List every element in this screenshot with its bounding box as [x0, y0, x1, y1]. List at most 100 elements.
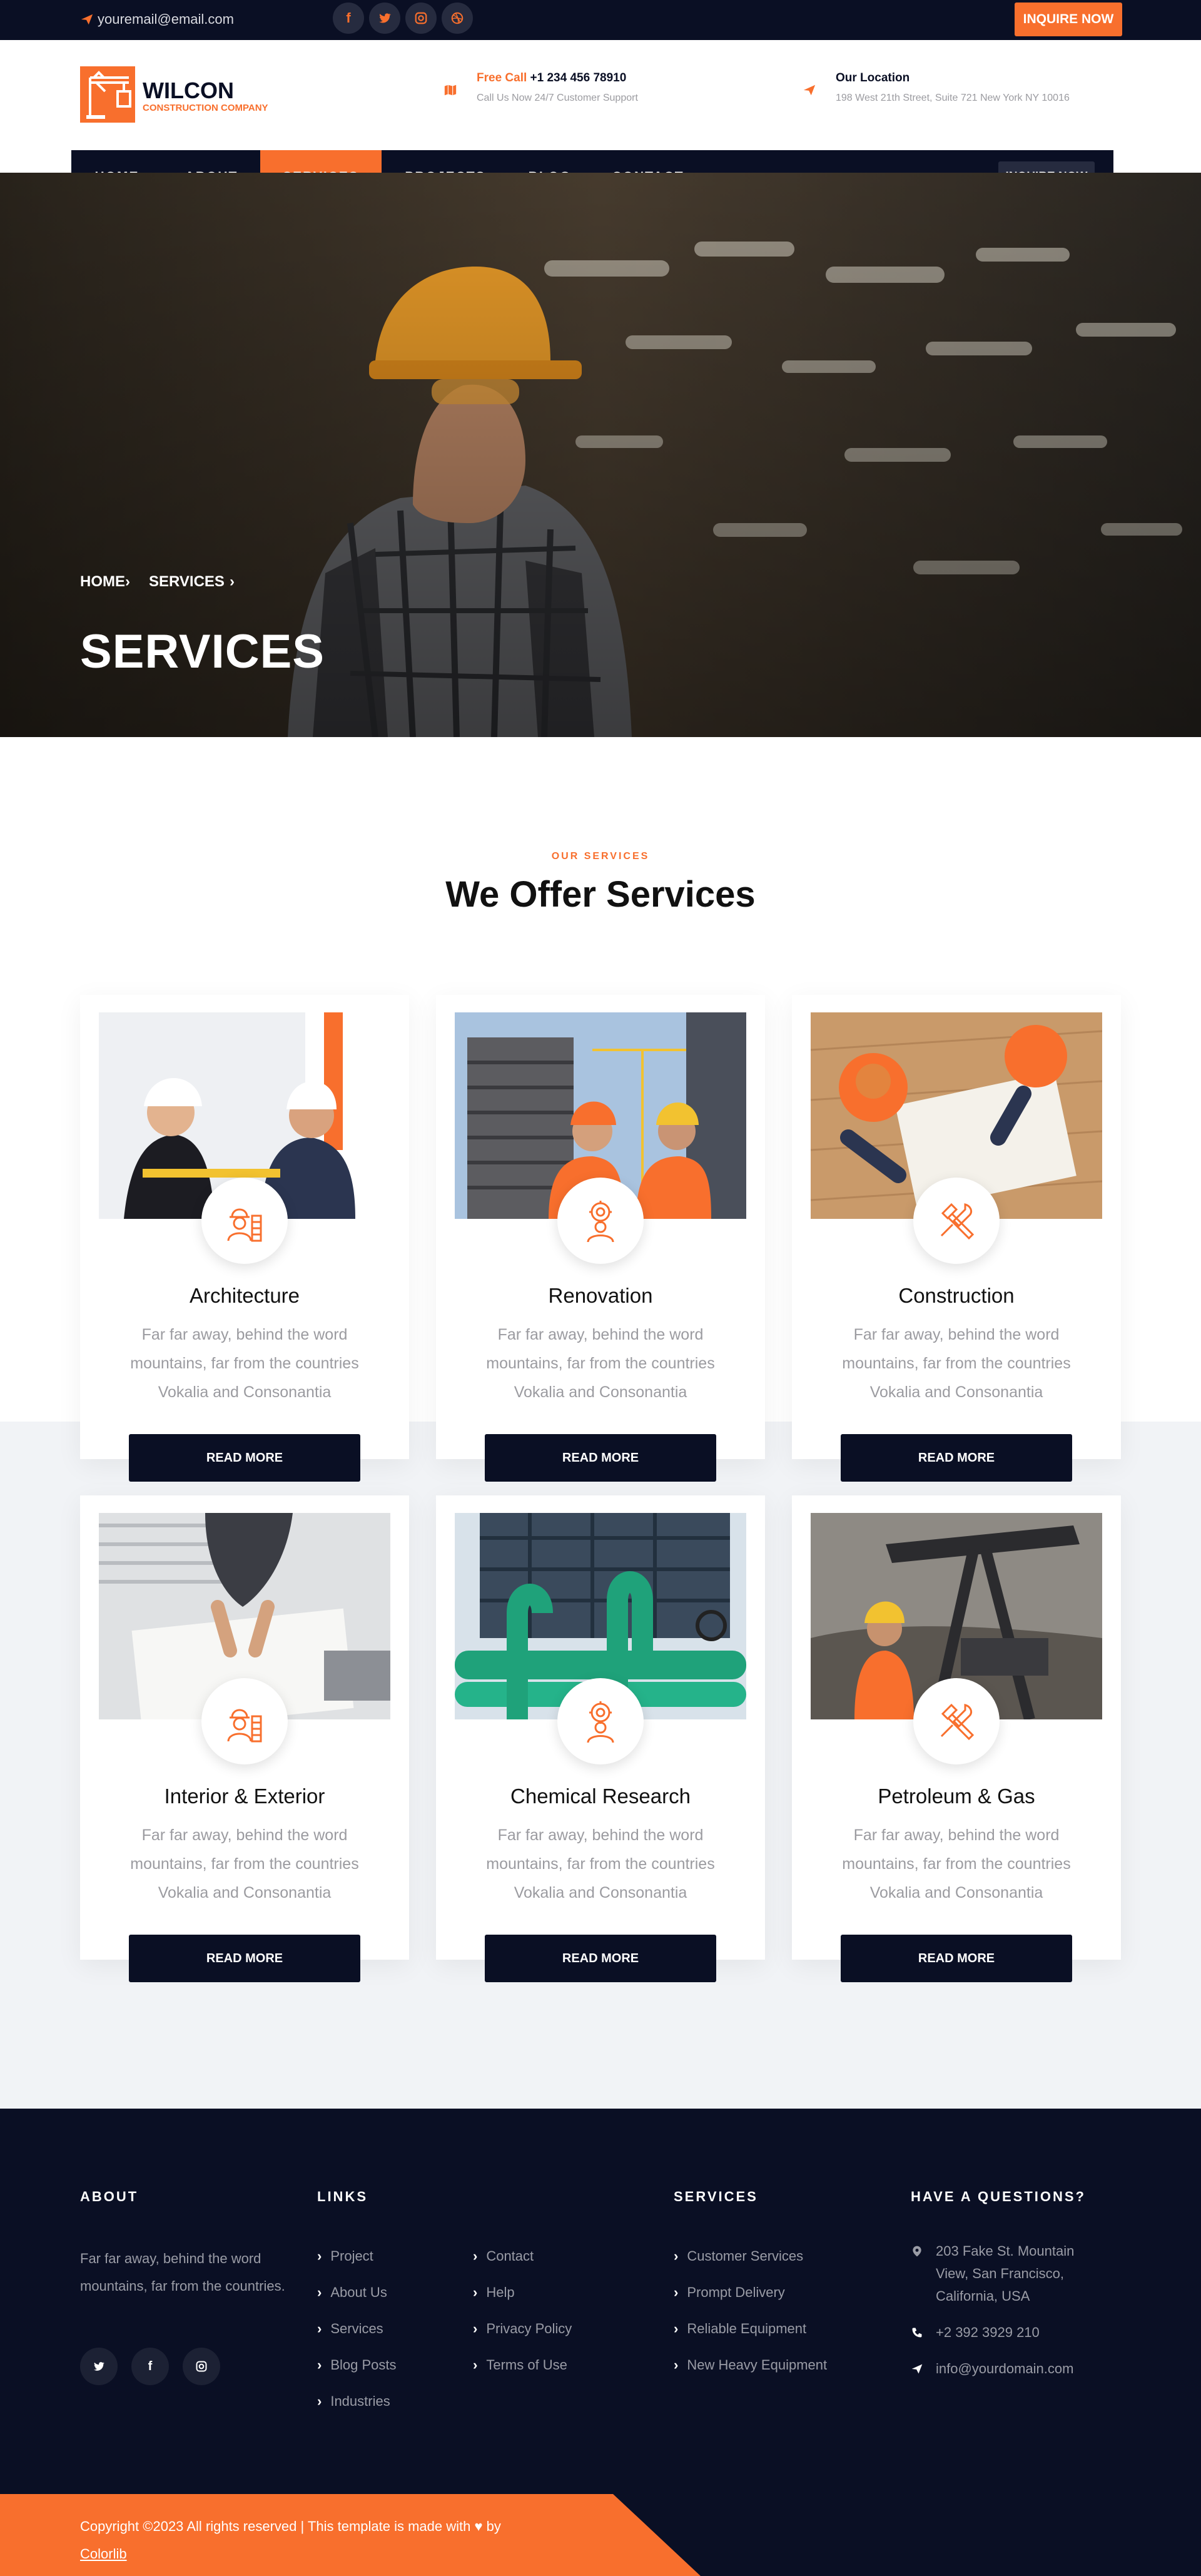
- footer-link[interactable]: › Project: [317, 2248, 397, 2265]
- footer-link-label: Project: [330, 2248, 373, 2264]
- service-title: Petroleum & Gas: [878, 1784, 1035, 1808]
- footer-link[interactable]: › Help: [473, 2284, 572, 2301]
- facebook-icon[interactable]: f: [333, 3, 364, 34]
- call-sub: Call Us Now 24/7 Customer Support: [477, 93, 638, 103]
- footer-link[interactable]: › Industries: [317, 2393, 397, 2410]
- footer-service-link[interactable]: › Customer Services: [674, 2248, 827, 2265]
- footer-phone-text: +2 392 3929 210: [936, 2324, 1040, 2340]
- footer-email-text: info@yourdomain.com: [936, 2361, 1074, 2376]
- heart-icon: ♥: [474, 2518, 483, 2534]
- footer-address-text: 203 Fake St. Mountain View, San Francisc…: [936, 2243, 1075, 2304]
- footer-service-link[interactable]: › New Heavy Equipment: [674, 2356, 827, 2374]
- service-card: Construction Far far away, behind the wo…: [792, 995, 1121, 1482]
- service-icon-circle: [201, 1178, 288, 1264]
- instagram-icon[interactable]: [183, 2348, 220, 2385]
- chevron-right-icon: ›: [229, 573, 235, 590]
- footer-link-label: Industries: [330, 2393, 390, 2409]
- footer-links-col2: › Contact › Help › Privacy Policy › Terms of…: [473, 2248, 572, 2374]
- chevron-right-icon: ›: [125, 573, 130, 590]
- breadcrumb: HOME› SERVICES ›: [80, 573, 235, 591]
- location-label: Our Location: [836, 71, 910, 84]
- footer-about-text: Far far away, behind the word mountains,…: [80, 2251, 285, 2294]
- footer-service-link[interactable]: › Reliable Equipment: [674, 2320, 827, 2338]
- footer-link[interactable]: › Privacy Policy: [473, 2320, 572, 2338]
- service-description: Far far away, behind the word mountains,…: [130, 1326, 359, 1401]
- section-eyebrow: OUR SERVICES: [551, 851, 650, 862]
- footer-email[interactable]: info@yourdomain.com: [911, 2358, 1105, 2380]
- hammer-wrench-icon: [940, 1703, 975, 1741]
- top-inquire-button[interactable]: INQUIRE NOW: [1015, 3, 1122, 36]
- service-card: Architecture Far far away, behind the wo…: [80, 995, 409, 1482]
- instagram-icon[interactable]: [405, 3, 437, 34]
- chevron-right-icon: ›: [674, 2321, 679, 2336]
- copyright-label: Copyright ©2023 All rights reserved | Th…: [80, 2518, 471, 2534]
- footer-link[interactable]: › About Us: [317, 2284, 397, 2301]
- call-label-accent: Free Call: [477, 71, 527, 84]
- read-more-button[interactable]: READ MORE: [485, 1434, 716, 1482]
- gear-worker-icon: [587, 1201, 614, 1243]
- paper-plane-icon: [911, 2364, 923, 2374]
- chevron-right-icon: ›: [317, 2248, 322, 2264]
- map-marker-icon: [913, 2246, 921, 2257]
- read-more-button[interactable]: READ MORE: [485, 1935, 716, 1982]
- footer-link-label: New Heavy Equipment: [687, 2357, 828, 2373]
- footer-service-link[interactable]: › Prompt Delivery: [674, 2284, 827, 2301]
- footer-link-label: Services: [330, 2321, 383, 2336]
- paper-plane-icon: [81, 14, 93, 25]
- service-icon-circle: [557, 1178, 644, 1264]
- phone-icon: [912, 2328, 922, 2338]
- chevron-right-icon: ›: [473, 2284, 478, 2300]
- service-title: Architecture: [189, 1284, 300, 1307]
- read-more-button[interactable]: READ MORE: [841, 1935, 1072, 1982]
- hammer-wrench-icon: [940, 1203, 975, 1240]
- service-icon-circle: [913, 1678, 1000, 1764]
- breadcrumb-services-label: SERVICES: [149, 573, 225, 590]
- dribbble-icon[interactable]: [442, 3, 473, 34]
- call-number: +1 234 456 78910: [530, 71, 627, 84]
- brand-tagline: CONSTRUCTION COMPANY: [143, 103, 268, 113]
- breadcrumb-home[interactable]: HOME›: [80, 573, 130, 591]
- copyright-bar: Copyright ©2023 All rights reserved | Th…: [0, 2494, 701, 2576]
- footer-link[interactable]: › Services: [317, 2320, 397, 2338]
- service-description: Far far away, behind the word mountains,…: [486, 1826, 715, 1901]
- service-title: Chemical Research: [510, 1784, 691, 1808]
- page: youremail@email.com f INQUIRE NOW WILCON…: [0, 0, 1201, 2576]
- top-email-link[interactable]: youremail@email.com: [80, 11, 234, 28]
- footer-link-label: Blog Posts: [330, 2357, 397, 2373]
- footer-link[interactable]: › Terms of Use: [473, 2356, 572, 2374]
- architect-worker-icon: [227, 1709, 262, 1743]
- read-more-button[interactable]: READ MORE: [841, 1434, 1072, 1482]
- service-title: Interior & Exterior: [164, 1784, 325, 1808]
- chevron-right-icon: ›: [473, 2321, 478, 2336]
- architect-worker-icon: [227, 1208, 262, 1242]
- service-title: Construction: [898, 1284, 1015, 1307]
- service-description: Far far away, behind the word mountains,…: [486, 1326, 715, 1401]
- service-description: Far far away, behind the word mountains,…: [130, 1826, 359, 1901]
- read-more-button[interactable]: READ MORE: [129, 1434, 360, 1482]
- page-title: SERVICES: [80, 625, 325, 678]
- footer-questions-heading: HAVE A QUESTIONS?: [911, 2189, 1086, 2204]
- footer-links-heading: LINKS: [317, 2189, 368, 2204]
- facebook-icon[interactable]: f: [131, 2348, 169, 2385]
- copyright-text: Copyright ©2023 All rights reserved | Th…: [80, 2513, 501, 2568]
- top-email-text: youremail@email.com: [98, 11, 234, 27]
- breadcrumb-home-label: HOME: [80, 573, 125, 590]
- read-more-button[interactable]: READ MORE: [129, 1935, 360, 1982]
- copyright-by: by: [486, 2518, 501, 2534]
- service-title: Renovation: [548, 1284, 653, 1307]
- footer-link-label: Privacy Policy: [486, 2321, 572, 2336]
- location-address: 198 West 21th Street, Suite 721 New York…: [836, 93, 1070, 103]
- twitter-icon[interactable]: [80, 2348, 118, 2385]
- footer-about-heading: ABOUT: [80, 2189, 139, 2204]
- logo[interactable]: [80, 66, 135, 123]
- footer-link[interactable]: › Contact: [473, 2248, 572, 2265]
- breadcrumb-services: SERVICES ›: [149, 573, 235, 591]
- colorlib-link[interactable]: Colorlib: [80, 2546, 127, 2562]
- footer-link[interactable]: › Blog Posts: [317, 2356, 397, 2374]
- top-bar: youremail@email.com f INQUIRE NOW: [0, 0, 1201, 40]
- twitter-icon[interactable]: [369, 3, 400, 34]
- footer-link-label: Prompt Delivery: [687, 2284, 785, 2300]
- footer-phone[interactable]: +2 392 3929 210: [911, 2321, 1105, 2344]
- service-icon-circle: [913, 1178, 1000, 1264]
- gear-worker-icon: [587, 1701, 614, 1743]
